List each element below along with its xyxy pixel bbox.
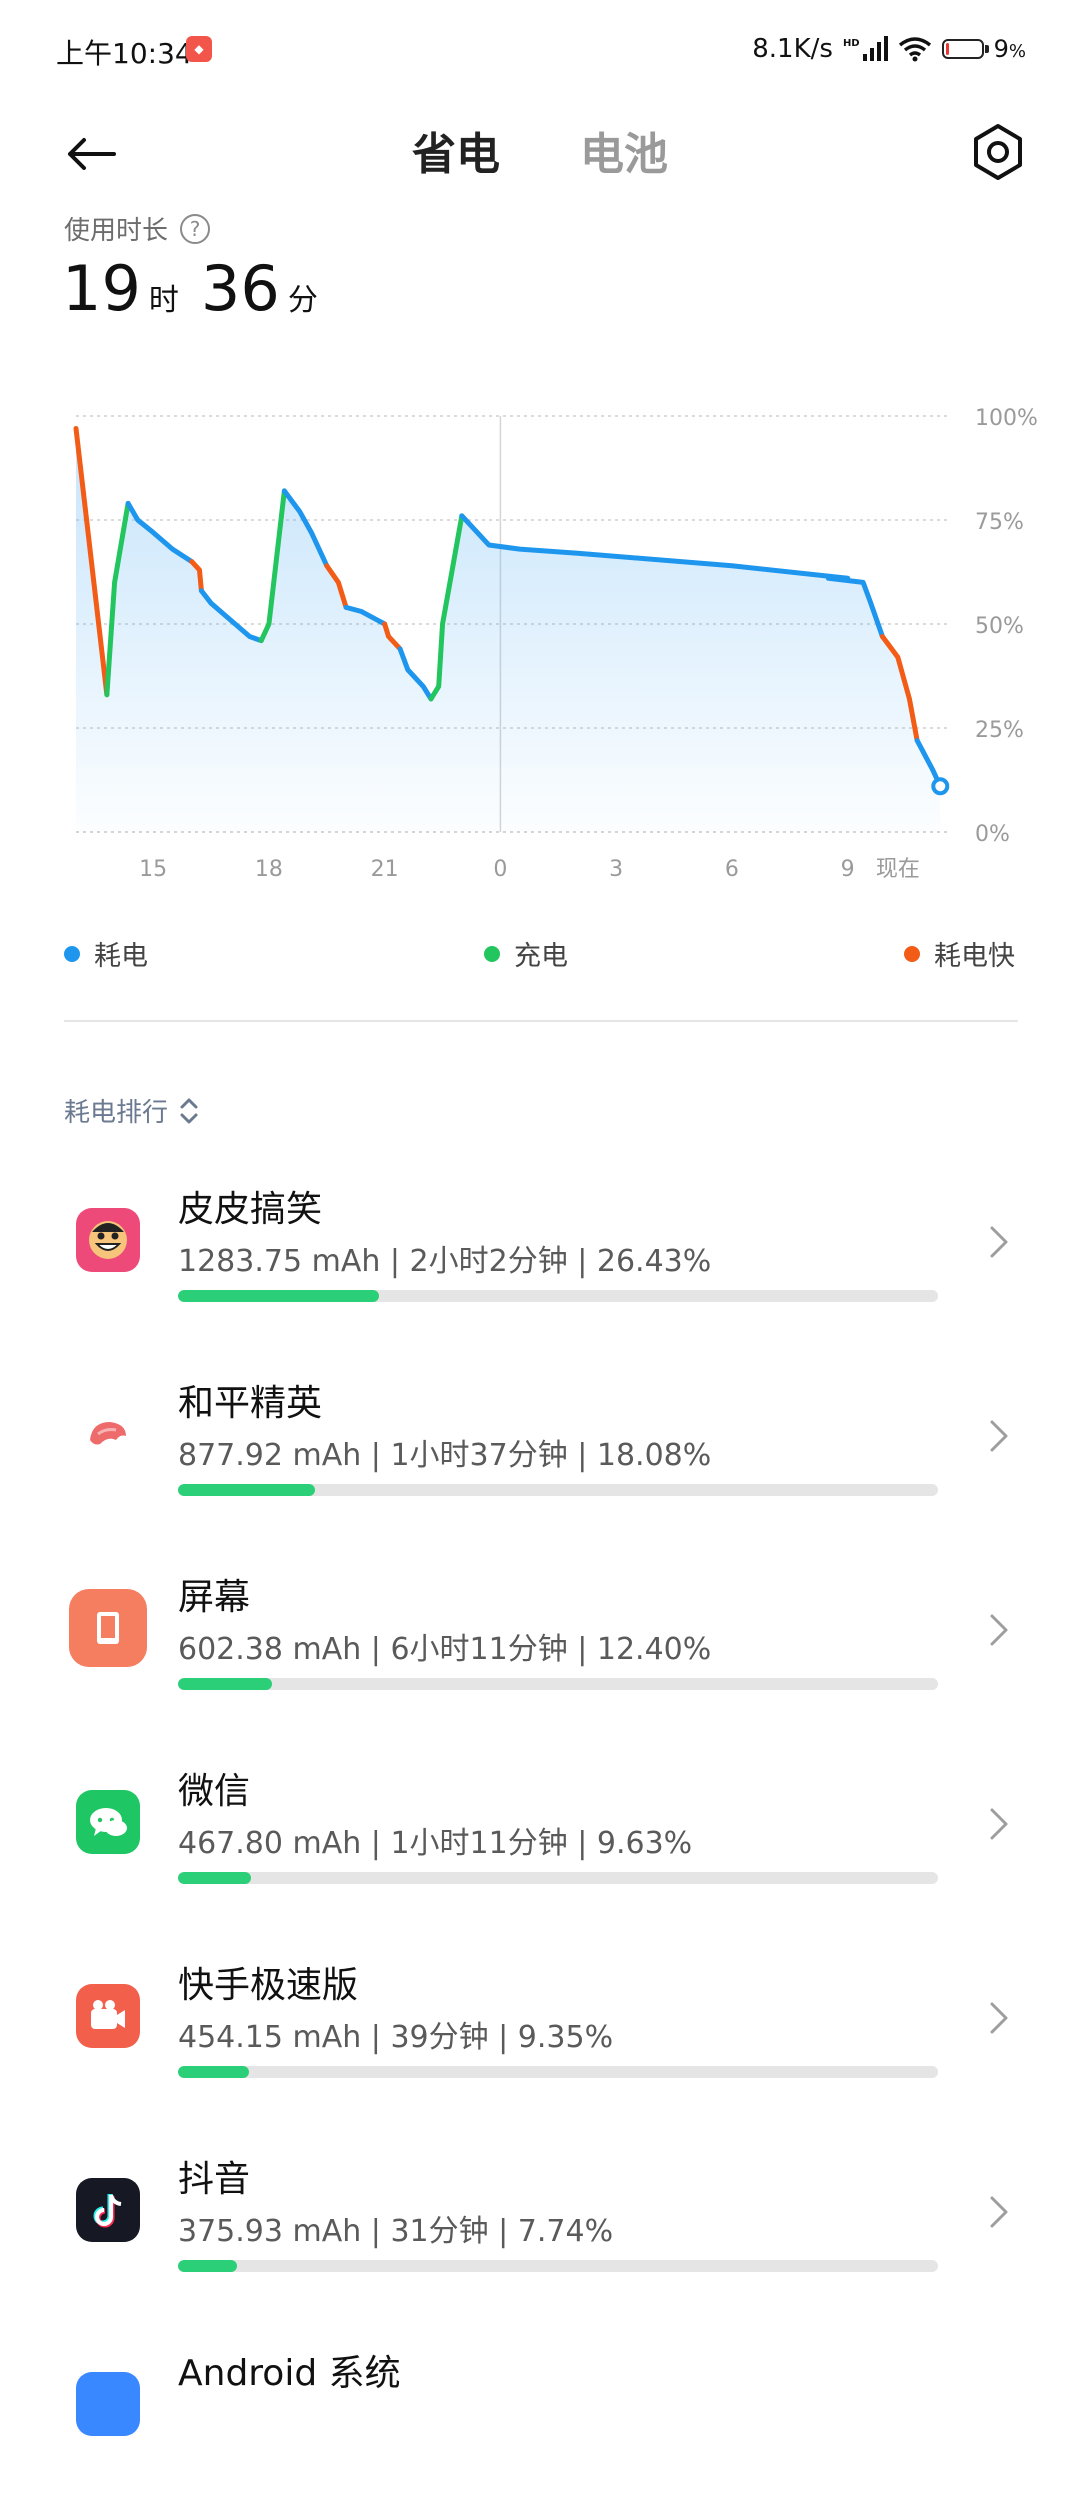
tab-battery[interactable]: 电池 bbox=[580, 118, 668, 182]
tab-power-saving[interactable]: 省电 bbox=[412, 118, 500, 182]
legend-item-fast-drain: 耗电快 bbox=[904, 934, 1015, 973]
hd-label: HD bbox=[842, 37, 860, 49]
y-tick-label: 0% bbox=[975, 822, 1010, 847]
pubg-app-icon bbox=[76, 1402, 140, 1466]
y-tick-label: 100% bbox=[975, 406, 1038, 431]
app-usage-detail: 454.15 mAh | 39分钟 | 9.35% bbox=[178, 2020, 614, 2055]
usage-bar-fill bbox=[178, 1678, 273, 1690]
usage-bar-fill bbox=[178, 1484, 316, 1496]
divider bbox=[64, 1020, 1018, 1022]
usage-duration-value: 19 时 36 分 bbox=[62, 252, 332, 325]
app-name: Android 系统 bbox=[178, 2353, 401, 2394]
x-tick-label: 18 bbox=[255, 857, 283, 882]
pipi-app-icon bbox=[76, 1208, 140, 1272]
notification-icon: ◆ bbox=[186, 36, 212, 62]
x-tick-label: 现在 bbox=[876, 857, 920, 882]
legend-item-charge: 充电 bbox=[484, 934, 568, 973]
list-item[interactable]: 抖音 375.93 mAh | 31分钟 | 7.74% bbox=[0, 2120, 1080, 2314]
usage-bar-fill bbox=[178, 1290, 379, 1302]
current-point-marker bbox=[931, 777, 950, 796]
app-name: 皮皮搞笑 bbox=[178, 1189, 323, 1230]
douyin-app-icon bbox=[76, 2178, 140, 2242]
battery-chart[interactable]: 100% 75% 50% 25% 0% 15 18 21 0 3 6 9 现在 bbox=[0, 380, 1080, 900]
back-button[interactable] bbox=[62, 124, 122, 184]
screen-app-icon bbox=[69, 1589, 147, 1667]
area-fill bbox=[76, 428, 941, 832]
status-right: 8.1K/s HD 9% bbox=[752, 34, 1026, 64]
x-tick-label: 6 bbox=[725, 857, 739, 882]
y-tick-label: 25% bbox=[975, 718, 1024, 743]
signal-icon bbox=[862, 36, 888, 61]
kuaishou-app-icon bbox=[76, 1984, 140, 2048]
list-item[interactable]: 快手极速版 454.15 mAh | 39分钟 | 9.35% bbox=[0, 1926, 1080, 2120]
usage-hours: 19 bbox=[62, 252, 141, 325]
list-item[interactable]: 皮皮搞笑 1283.75 mAh | 2小时2分钟 | 26.43% bbox=[0, 1150, 1080, 1344]
y-tick-label: 75% bbox=[975, 510, 1024, 535]
sort-toggle-icon bbox=[180, 1098, 198, 1123]
usage-bar bbox=[178, 1290, 938, 1302]
app-name: 快手极速版 bbox=[178, 1965, 359, 2006]
chevron-right-icon bbox=[990, 1614, 1008, 1646]
chevron-right-icon bbox=[990, 1420, 1008, 1452]
x-tick-label: 21 bbox=[371, 857, 399, 882]
app-usage-detail: 877.92 mAh | 1小时37分钟 | 18.08% bbox=[178, 1438, 712, 1473]
usage-minutes-unit: 分 bbox=[287, 283, 318, 318]
app-name: 微信 bbox=[178, 1771, 251, 1812]
chevron-right-icon bbox=[990, 1808, 1008, 1840]
help-icon[interactable]: ? bbox=[180, 213, 211, 244]
x-tick-label: 9 bbox=[841, 857, 855, 882]
legend-dot bbox=[904, 945, 920, 962]
usage-bar-fill bbox=[178, 1872, 252, 1884]
usage-bar bbox=[178, 2260, 938, 2272]
battery-icon bbox=[941, 39, 989, 59]
chevron-right-icon bbox=[990, 2002, 1008, 2034]
settings-icon[interactable] bbox=[966, 120, 1030, 184]
x-tick-label: 3 bbox=[609, 857, 623, 882]
wechat-app-icon bbox=[76, 1790, 140, 1854]
legend-item-drain: 耗电 bbox=[64, 934, 148, 973]
x-tick-label: 0 bbox=[493, 857, 507, 882]
usage-bar bbox=[178, 1678, 938, 1690]
app-name: 抖音 bbox=[178, 2159, 251, 2200]
usage-bar bbox=[178, 1484, 938, 1496]
ranking-sort-toggle[interactable]: 耗电排行 bbox=[64, 1092, 200, 1129]
x-tick-label: 15 bbox=[139, 857, 167, 882]
battery-percent: 9% bbox=[993, 35, 1026, 63]
app-usage-detail: 467.80 mAh | 1小时11分钟 | 9.63% bbox=[178, 1826, 693, 1861]
list-item[interactable]: 和平精英 877.92 mAh | 1小时37分钟 | 18.08% bbox=[0, 1344, 1080, 1538]
android-app-icon bbox=[76, 2372, 140, 2436]
chart-legend: 耗电 充电 耗电快 bbox=[0, 934, 1080, 974]
usage-bar-fill bbox=[178, 2066, 250, 2078]
list-item[interactable]: 屏幕 602.38 mAh | 6小时11分钟 | 12.40% bbox=[0, 1538, 1080, 1732]
y-tick-label: 50% bbox=[975, 614, 1024, 639]
usage-duration-label: 使用时长 ? bbox=[64, 210, 211, 247]
legend-dot bbox=[64, 945, 80, 962]
app-usage-detail: 375.93 mAh | 31分钟 | 7.74% bbox=[178, 2214, 614, 2249]
usage-bar-fill bbox=[178, 2260, 237, 2272]
status-bar: 上午10:34 ◆ 8.1K/s HD 9% bbox=[0, 0, 1080, 104]
wifi-icon bbox=[898, 37, 931, 62]
usage-minutes: 36 bbox=[200, 252, 280, 325]
legend-dot bbox=[484, 945, 500, 962]
status-time: 上午10:34 bbox=[56, 37, 193, 70]
app-name: 和平精英 bbox=[178, 1383, 323, 1424]
app-usage-detail: 1283.75 mAh | 2小时2分钟 | 26.43% bbox=[178, 1244, 712, 1279]
usage-bar bbox=[178, 2066, 938, 2078]
chevron-right-icon bbox=[990, 2196, 1008, 2228]
usage-bar bbox=[178, 1872, 938, 1884]
app-usage-detail: 602.38 mAh | 6小时11分钟 | 12.40% bbox=[178, 1632, 712, 1667]
app-name: 屏幕 bbox=[178, 1577, 251, 1618]
network-speed: 8.1K/s bbox=[752, 34, 833, 64]
list-item[interactable]: Android 系统 bbox=[0, 2314, 1080, 2508]
usage-hours-unit: 时 bbox=[148, 283, 179, 318]
chevron-right-icon bbox=[990, 1226, 1008, 1258]
app-header: 省电 电池 bbox=[0, 104, 1080, 224]
list-item[interactable]: 微信 467.80 mAh | 1小时11分钟 | 9.63% bbox=[0, 1732, 1080, 1926]
app-usage-list: 皮皮搞笑 1283.75 mAh | 2小时2分钟 | 26.43% 和平精英 … bbox=[0, 1150, 1080, 2508]
